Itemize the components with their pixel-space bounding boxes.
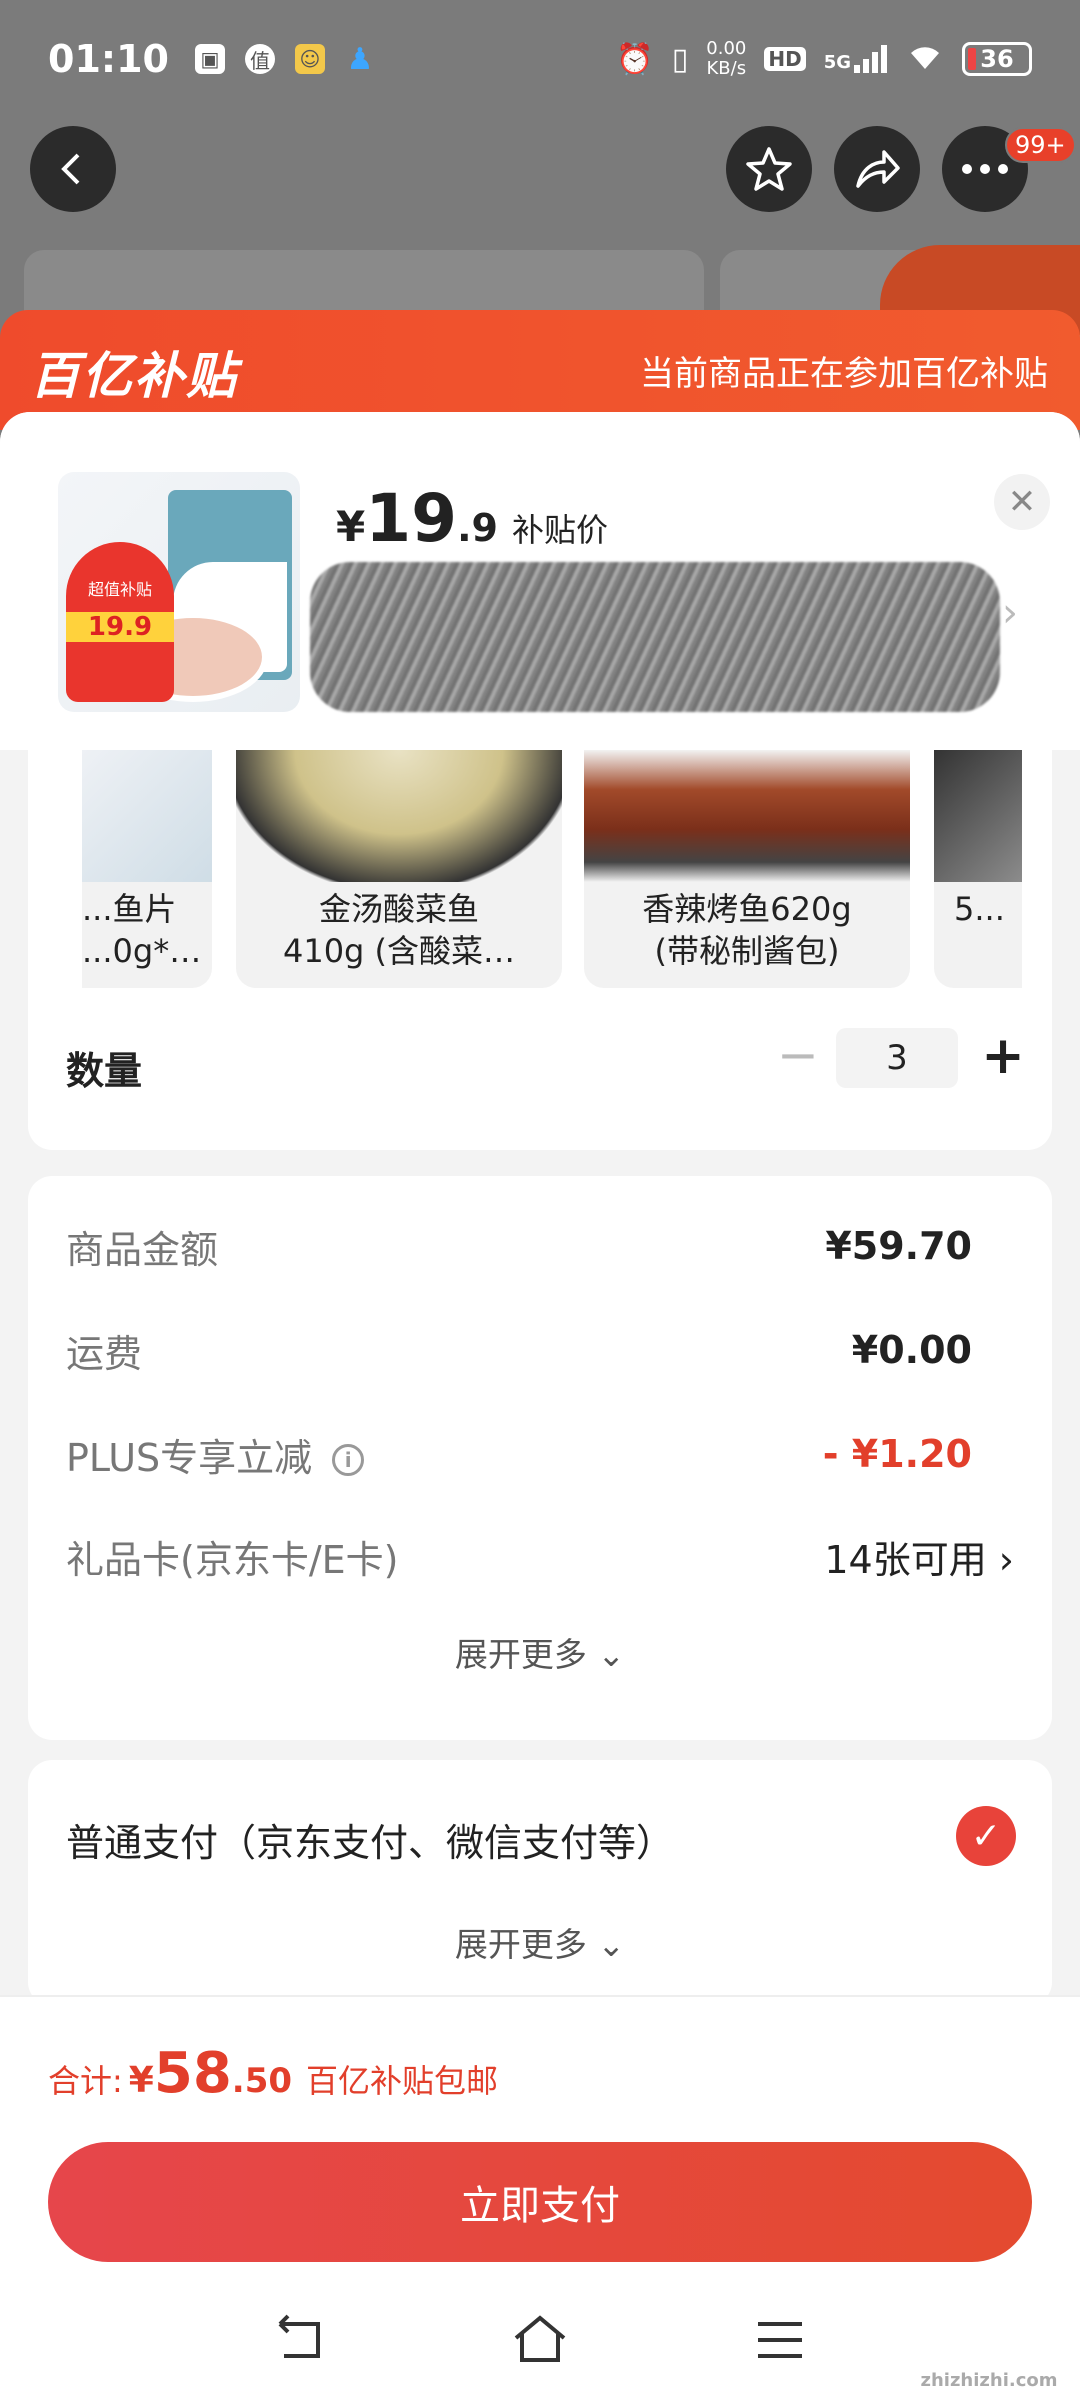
battery-icon: 36 xyxy=(962,42,1032,76)
back-button[interactable] xyxy=(30,126,116,212)
payment-method[interactable]: 普通支付（京东支付、微信支付等） ✓ 展开更多 ⌄ xyxy=(28,1760,1052,2006)
variant-image xyxy=(934,750,1022,882)
star-icon xyxy=(746,147,792,191)
quantity-label: 数量 xyxy=(66,1049,143,1093)
game-notification-icon: ☺ xyxy=(294,44,325,74)
subsidy-price: ¥ 19 .9 补贴价 xyxy=(336,480,608,557)
nav-back-icon[interactable] xyxy=(270,2310,330,2370)
product-header: 超值补贴 19.9 ¥ 19 .9 补贴价 ✕ › xyxy=(0,412,1080,750)
expand-more-summary[interactable]: 展开更多 ⌄ xyxy=(28,1628,1052,1676)
variant-selector: ...鱼片 ...0g*… 金汤酸菜鱼 410g (含酸菜… 香辣烤鱼620g … xyxy=(28,750,1052,1150)
status-time: 01:10 xyxy=(48,37,169,81)
favorite-button[interactable] xyxy=(726,126,812,212)
summary-row-gift-card[interactable]: 礼品卡(京东卡/E卡) 14张可用 › xyxy=(66,1526,1014,1586)
payment-option-label: 普通支付（京东支付、微信支付等） xyxy=(66,1821,675,1865)
variant-option[interactable]: ...鱼片 ...0g*… xyxy=(82,750,212,988)
app-notification-icon: 值 xyxy=(244,44,275,74)
redacted-scribble xyxy=(310,562,1000,712)
close-button[interactable]: ✕ xyxy=(994,474,1050,530)
expand-more-payment[interactable]: 展开更多 ⌄ xyxy=(28,1918,1052,1966)
signal-icon: 5G xyxy=(824,45,888,73)
gallery-notification-icon: ▣ xyxy=(194,44,225,74)
quantity-input[interactable]: 3 xyxy=(836,1028,958,1088)
back-arrow-icon xyxy=(61,153,80,185)
hd-icon: HD xyxy=(764,47,806,71)
share-icon xyxy=(856,150,900,188)
share-button[interactable] xyxy=(834,126,920,212)
site-watermark: 值值值 zhizhizhi.com xyxy=(916,2312,1061,2391)
message-count-badge: 99+ xyxy=(1005,127,1076,163)
variant-option[interactable]: 5... xyxy=(934,750,1022,988)
product-image-tag: 超值补贴 19.9 xyxy=(66,542,174,702)
net-speed: 0.00 KB/s xyxy=(706,38,747,79)
order-summary: 商品金额 ¥59.70 运费 ¥0.00 PLUS专享立减 i - ¥1.20 礼… xyxy=(28,1176,1052,1740)
nav-home-icon[interactable] xyxy=(510,2310,570,2370)
chevron-right-icon[interactable]: › xyxy=(1002,590,1018,636)
variant-image xyxy=(236,750,562,882)
quantity-decrease-button[interactable]: − xyxy=(773,1026,823,1084)
subsidy-note: 当前商品正在参加百亿补贴 xyxy=(640,354,1048,394)
qq-notification-icon: ♟ xyxy=(346,41,374,77)
pay-now-button[interactable]: 立即支付 xyxy=(48,2142,1032,2262)
variant-option[interactable]: 香辣烤鱼620g (带秘制酱包) xyxy=(584,750,910,988)
summary-row-shipping: 运费 ¥0.00 xyxy=(66,1328,972,1376)
checkout-sheet: 超值补贴 19.9 ¥ 19 .9 补贴价 ✕ › ...鱼片 ...0g*… … xyxy=(0,412,1080,2400)
variant-image xyxy=(584,750,910,882)
summary-row-plus-discount: PLUS专享立减 i - ¥1.20 xyxy=(66,1432,972,1480)
subsidy-logo: 百亿补贴 xyxy=(30,347,238,405)
summary-row-goods: 商品金额 ¥59.70 xyxy=(66,1224,972,1272)
wifi-icon xyxy=(906,41,944,77)
status-bar: 01:10 ▣ 值 ☺ ♟ ⏰ ▯ 0.00 KB/s HD 5G 36 xyxy=(0,0,1080,118)
vibrate-icon: ▯ xyxy=(671,41,689,77)
alarm-icon: ⏰ xyxy=(616,41,654,77)
variant-image xyxy=(82,750,212,882)
variant-option[interactable]: 金汤酸菜鱼 410g (含酸菜… xyxy=(236,750,562,988)
product-image: 超值补贴 19.9 xyxy=(58,472,300,712)
variant-strip: ...鱼片 ...0g*… 金汤酸菜鱼 410g (含酸菜… 香辣烤鱼620g … xyxy=(82,750,1022,988)
more-dots-icon xyxy=(962,164,1008,174)
info-icon[interactable]: i xyxy=(332,1444,365,1476)
nav-menu-icon[interactable] xyxy=(750,2310,810,2370)
order-total: 合计: ¥ 58 .50 百亿补贴包邮 xyxy=(48,2041,499,2106)
close-icon: ✕ xyxy=(1007,482,1037,522)
checkmark-icon[interactable]: ✓ xyxy=(956,1806,1016,1866)
quantity-increase-button[interactable]: + xyxy=(978,1026,1028,1086)
status-icons: ⏰ ▯ 0.00 KB/s HD 5G 36 xyxy=(616,39,1032,79)
